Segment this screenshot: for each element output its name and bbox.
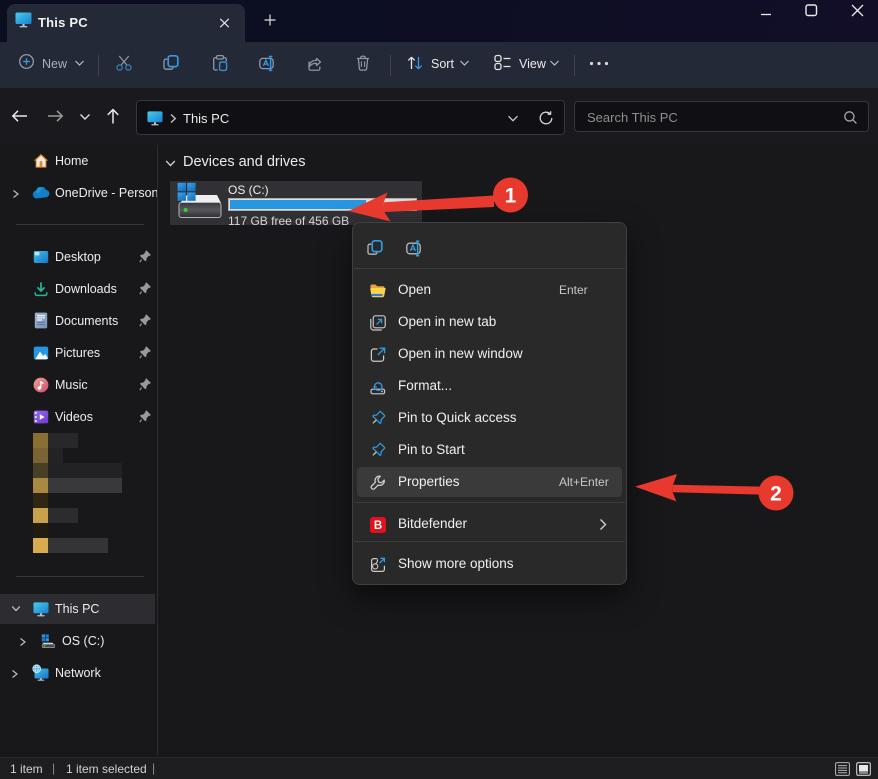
svg-text:B: B (374, 520, 382, 532)
